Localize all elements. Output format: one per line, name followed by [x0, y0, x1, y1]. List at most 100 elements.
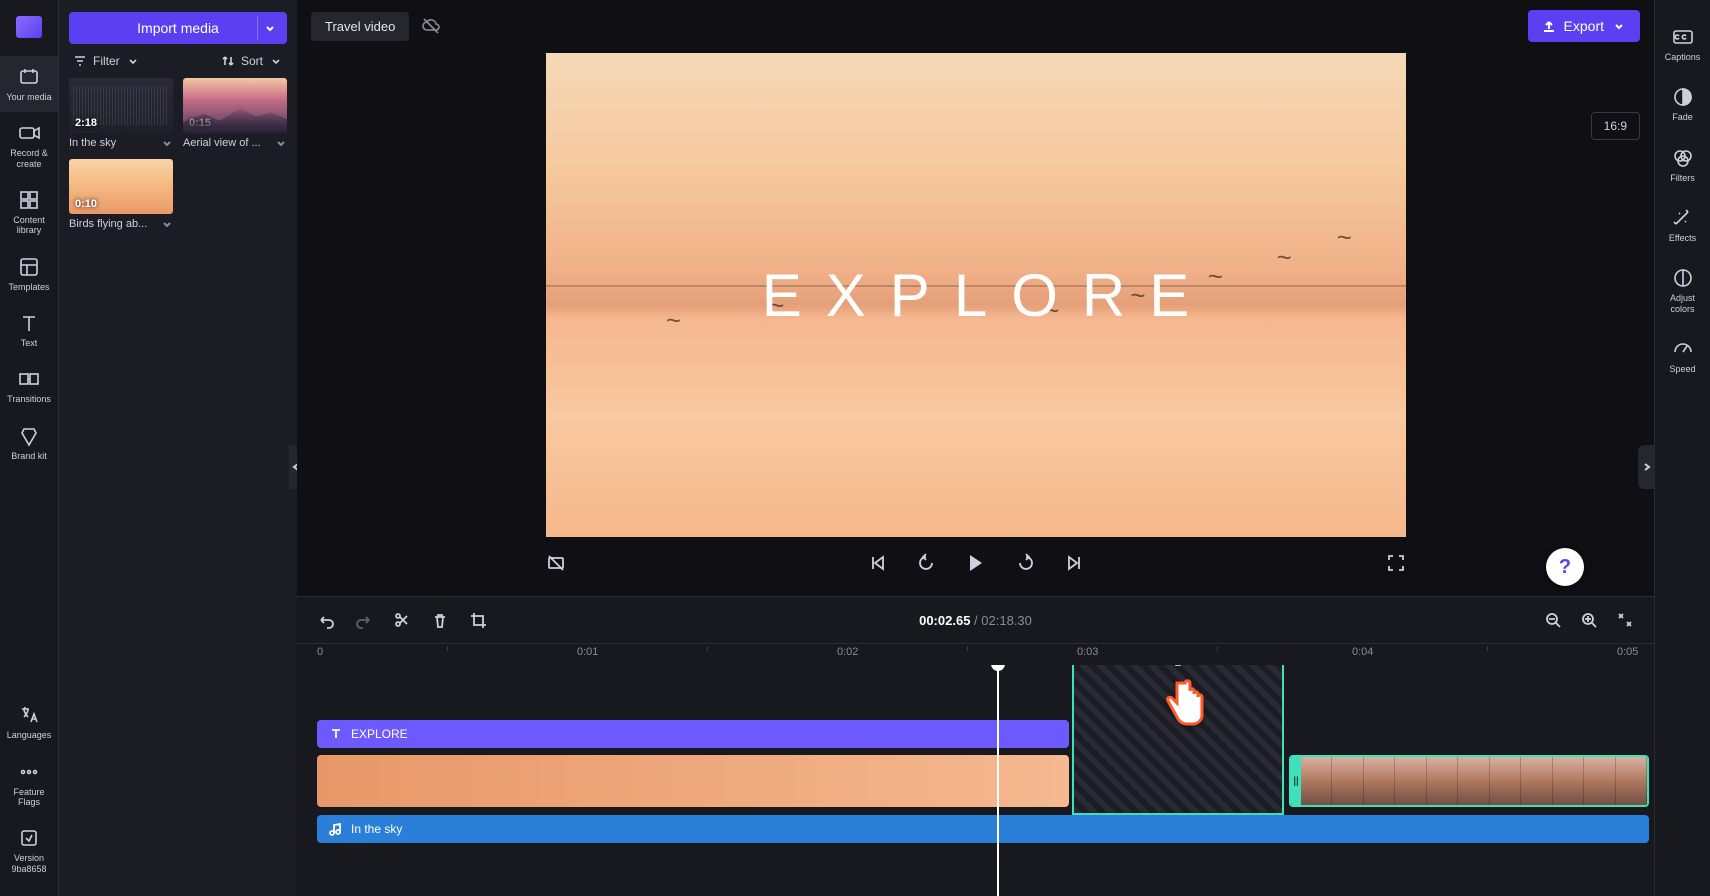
- aspect-ratio-button[interactable]: 16:9: [1591, 112, 1640, 140]
- video-track-clip-2[interactable]: ||: [1289, 755, 1649, 807]
- forward-icon[interactable]: [1016, 553, 1036, 573]
- chevron-down-icon[interactable]: [161, 137, 173, 149]
- sidebar-item-label: Adjust colors: [1657, 293, 1708, 314]
- chevron-down-icon[interactable]: [257, 16, 281, 40]
- timeline-toolbar: 00:02.65 / 02:18.30: [297, 597, 1654, 643]
- languages-icon: [18, 704, 40, 726]
- media-item[interactable]: 0:10 Birds flying ab...: [69, 159, 173, 230]
- split-icon[interactable]: [393, 611, 411, 629]
- main-area: Travel video Export 16:9 ~ ~ ~ ~ ~ ~ ~ E…: [297, 0, 1654, 896]
- sidebar-item-adjust-colors[interactable]: Adjust colors: [1655, 255, 1710, 324]
- media-name: In the sky: [69, 137, 116, 149]
- media-item[interactable]: 0:15 Aerial view of ...: [183, 78, 287, 149]
- delete-gap-button[interactable]: [1168, 665, 1188, 669]
- rewind-icon[interactable]: [916, 553, 936, 573]
- sidebar-item-speed[interactable]: Speed: [1667, 326, 1697, 384]
- project-name-input[interactable]: Travel video: [311, 12, 409, 41]
- filter-button[interactable]: Filter: [73, 54, 140, 68]
- sidebar-item-brandkit[interactable]: Brand kit: [0, 415, 58, 471]
- sidebar-item-captions[interactable]: Captions: [1663, 14, 1703, 72]
- play-icon[interactable]: [964, 551, 988, 575]
- video-track-clip[interactable]: [317, 755, 1069, 807]
- help-button[interactable]: ?: [1546, 548, 1584, 586]
- sidebar-item-label: Brand kit: [11, 451, 47, 461]
- media-name: Birds flying ab...: [69, 218, 147, 230]
- sidebar-item-transitions[interactable]: Transitions: [0, 358, 58, 414]
- sidebar-item-label: Templates: [8, 282, 49, 292]
- safe-zone-icon[interactable]: [546, 553, 566, 573]
- collapse-right-panel-button[interactable]: [1638, 445, 1654, 489]
- audio-track-clip[interactable]: In the sky: [317, 815, 1649, 843]
- library-icon: [18, 189, 40, 211]
- sidebar-item-version[interactable]: Version 9ba8658: [0, 817, 58, 884]
- sidebar-item-label: Content library: [2, 215, 56, 236]
- ruler-tick: 0:04: [1352, 646, 1373, 658]
- playhead[interactable]: [997, 665, 999, 896]
- fade-icon: [1672, 86, 1694, 108]
- media-thumbnail: 0:10: [69, 159, 173, 214]
- zoom-out-icon[interactable]: [1544, 611, 1562, 629]
- player-controls: [546, 537, 1406, 575]
- undo-icon[interactable]: [317, 611, 335, 629]
- timeline-time: 00:02.65 / 02:18.30: [919, 613, 1032, 628]
- zoom-fit-icon[interactable]: [1616, 611, 1634, 629]
- fullscreen-icon[interactable]: [1386, 553, 1406, 573]
- skip-back-icon[interactable]: [868, 553, 888, 573]
- clip-label: In the sky: [351, 822, 402, 836]
- zoom-in-icon[interactable]: [1580, 611, 1598, 629]
- sidebar-item-filters[interactable]: Filters: [1668, 135, 1697, 193]
- right-rail: Captions Fade Filters Effects Adjust col…: [1654, 0, 1710, 896]
- trash-icon[interactable]: [431, 611, 449, 629]
- app-logo: [16, 16, 42, 38]
- preview-overlay-text: EXPLORE: [546, 53, 1406, 537]
- version-icon: [18, 827, 40, 849]
- sidebar-item-fade[interactable]: Fade: [1670, 74, 1696, 132]
- button-label: Export: [1564, 18, 1604, 34]
- dots-icon: [18, 761, 40, 783]
- sort-button[interactable]: Sort: [221, 54, 283, 68]
- brandkit-icon: [18, 425, 40, 447]
- sidebar-item-label: Languages: [7, 730, 52, 740]
- chevron-down-icon: [1612, 19, 1626, 33]
- preview-wrap: 16:9 ~ ~ ~ ~ ~ ~ ~ EXPLORE: [297, 52, 1654, 596]
- music-icon: [329, 822, 343, 836]
- text-icon: [329, 727, 343, 741]
- redo-icon[interactable]: [355, 611, 373, 629]
- record-icon: [18, 122, 40, 144]
- media-thumbnail: 2:18: [69, 78, 173, 133]
- sidebar-item-label: Your media: [6, 92, 51, 102]
- left-rail: Your media Record & create Content libra…: [0, 0, 59, 896]
- media-item[interactable]: 2:18 In the sky: [69, 78, 173, 149]
- chevron-down-icon: [269, 54, 283, 68]
- sidebar-item-record[interactable]: Record & create: [0, 112, 58, 179]
- speed-icon: [1672, 338, 1694, 360]
- sidebar-item-feature-flags[interactable]: Feature Flags: [0, 751, 58, 818]
- sidebar-item-your-media[interactable]: Your media: [0, 56, 58, 112]
- import-media-button[interactable]: Import media: [69, 12, 287, 44]
- transitions-icon: [18, 368, 40, 390]
- text-track-clip[interactable]: EXPLORE: [317, 720, 1069, 748]
- clip-label: EXPLORE: [351, 727, 408, 741]
- sidebar-item-content-library[interactable]: Content library: [0, 179, 58, 246]
- timeline-ruler[interactable]: 0 0:01 0:02 0:03 0:04 0:05: [297, 643, 1654, 665]
- media-icon: [18, 66, 40, 88]
- sort-icon: [221, 54, 235, 68]
- sidebar-item-effects[interactable]: Effects: [1667, 195, 1698, 253]
- button-label: Filter: [93, 54, 120, 68]
- export-button[interactable]: Export: [1528, 10, 1640, 42]
- ruler-tick: 0: [317, 646, 323, 658]
- media-panel: Import media Filter Sort 2:18 In the sky…: [59, 0, 297, 896]
- sidebar-item-templates[interactable]: Templates: [0, 246, 58, 302]
- video-preview[interactable]: ~ ~ ~ ~ ~ ~ ~ EXPLORE: [546, 53, 1406, 537]
- sidebar-item-label: Captions: [1665, 52, 1701, 62]
- cursor-hand-icon: [1157, 675, 1205, 735]
- sidebar-item-languages[interactable]: Languages: [0, 694, 58, 750]
- chevron-down-icon[interactable]: [275, 137, 287, 149]
- crop-icon[interactable]: [469, 611, 487, 629]
- timeline-tracks[interactable]: Delete this gap EXPLORE || In the sky: [297, 665, 1654, 896]
- skip-forward-icon[interactable]: [1064, 553, 1084, 573]
- sidebar-item-label: Transitions: [7, 394, 51, 404]
- sidebar-item-text[interactable]: Text: [0, 302, 58, 358]
- ruler-tick: 0:02: [837, 646, 858, 658]
- chevron-down-icon[interactable]: [161, 218, 173, 230]
